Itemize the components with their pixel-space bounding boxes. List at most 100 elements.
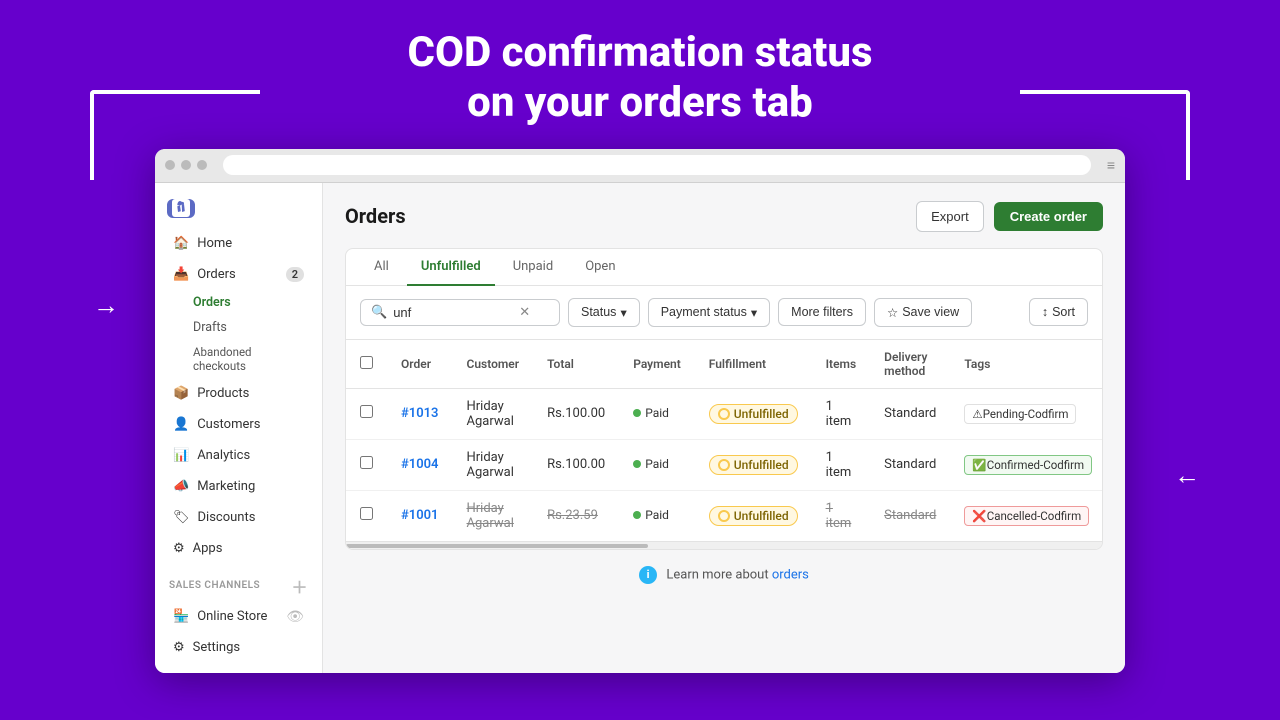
sidebar-item-analytics[interactable]: 📊 Analytics: [161, 441, 316, 470]
payment-status-filter-button[interactable]: Payment status ▾: [648, 298, 770, 327]
row-checkbox[interactable]: [360, 456, 373, 469]
add-sales-channel-icon[interactable]: ＋: [291, 574, 308, 598]
headline: COD confirmation status on your orders t…: [407, 28, 872, 129]
sidebar-item-apps[interactable]: ⚙ Apps: [161, 534, 316, 563]
discounts-icon: 🏷: [173, 510, 190, 525]
order-id-cell: #1013: [387, 388, 452, 439]
table-header-delivery: Delivery method: [870, 340, 950, 389]
shopify-logo: [167, 199, 195, 218]
sidebar-item-settings[interactable]: ⚙ Settings: [161, 633, 316, 662]
order-total: Rs.100.00: [547, 406, 605, 421]
order-fulfillment-cell: Unfulfilled: [695, 388, 812, 439]
sidebar-item-customers-label: Customers: [197, 417, 260, 432]
filter-bar: 🔍 ✕ Status ▾ Payment status ▾ More filte…: [346, 286, 1102, 340]
sidebar-subitem-drafts[interactable]: Drafts: [161, 315, 316, 340]
sidebar-item-apps-label: Apps: [193, 541, 223, 556]
status-filter-button[interactable]: Status ▾: [568, 298, 640, 327]
order-tags-cell: ❌Cancelled-Codfirm: [950, 490, 1103, 541]
row-checkbox-cell: [346, 490, 387, 541]
order-delivery: Standard: [884, 406, 936, 421]
address-bar[interactable]: [223, 155, 1091, 175]
sidebar-item-orders[interactable]: 📥 Orders 2: [161, 260, 316, 289]
table-row: #1004 Hriday Agarwal Rs.100.00 Paid Unfu…: [346, 439, 1103, 490]
clear-search-icon[interactable]: ✕: [519, 305, 530, 320]
sales-channels-label: SALES CHANNELS: [169, 580, 260, 591]
tab-all[interactable]: All: [360, 249, 403, 286]
horizontal-scrollbar: [346, 541, 1102, 549]
row-checkbox[interactable]: [360, 405, 373, 418]
order-id-link[interactable]: #1001: [401, 508, 438, 523]
order-tags-cell: ✅Confirmed-Codfirm: [950, 439, 1103, 490]
marketing-icon: 📣: [173, 479, 189, 494]
payment-badge: Paid: [633, 508, 669, 522]
order-fulfillment-cell: Unfulfilled: [695, 439, 812, 490]
sidebar-subitem-abandoned[interactable]: Abandoned checkouts: [161, 340, 316, 378]
paid-dot-icon: [633, 511, 641, 519]
tab-open[interactable]: Open: [571, 249, 629, 286]
table-header-payment: Payment: [619, 340, 695, 389]
order-tags-cell: ⚠Pending-Codfirm: [950, 388, 1103, 439]
order-customer-cell: Hriday Agarwal: [452, 439, 533, 490]
table-header-checkbox: [346, 340, 387, 389]
select-all-checkbox[interactable]: [360, 356, 373, 369]
scrollbar-thumb: [346, 544, 648, 548]
dot-green: [197, 160, 207, 170]
order-id-link[interactable]: #1013: [401, 406, 438, 421]
order-total-cell: Rs.23.59: [533, 490, 619, 541]
sidebar-item-marketing[interactable]: 📣 Marketing: [161, 472, 316, 501]
save-view-label: Save view: [902, 305, 959, 319]
row-checkbox[interactable]: [360, 507, 373, 520]
sidebar-item-discounts-label: Discounts: [198, 510, 256, 525]
paid-dot-icon: [633, 460, 641, 468]
tab-unpaid[interactable]: Unpaid: [499, 249, 567, 286]
header-actions: Export Create order: [916, 201, 1103, 232]
order-items-cell: 1 item: [812, 490, 871, 541]
arrow-right-icon: ←: [1174, 460, 1200, 491]
create-order-button[interactable]: Create order: [994, 202, 1103, 231]
table-header-fulfillment: Fulfillment: [695, 340, 812, 389]
online-store-label: Online Store: [197, 609, 267, 624]
apps-icon: ⚙: [173, 541, 185, 556]
search-input[interactable]: [393, 305, 513, 320]
sidebar-item-discounts[interactable]: 🏷 Discounts: [161, 503, 316, 532]
export-button[interactable]: Export: [916, 201, 984, 232]
sidebar-item-analytics-label: Analytics: [197, 448, 250, 463]
save-view-button[interactable]: ☆ Save view: [874, 298, 972, 327]
sort-label: Sort: [1052, 305, 1075, 319]
sidebar-item-home[interactable]: 🏠 Home: [161, 229, 316, 258]
dot-red: [165, 160, 175, 170]
order-delivery: Standard: [884, 457, 936, 472]
sort-icon: ↕: [1042, 305, 1048, 319]
sidebar-item-orders-label: Orders: [197, 267, 236, 282]
table-header-tags: Tags: [950, 340, 1103, 389]
order-id-cell: #1001: [387, 490, 452, 541]
fulfillment-badge: Unfulfilled: [709, 455, 798, 475]
order-customer: Hriday Agarwal: [466, 501, 513, 531]
sidebar-item-customers[interactable]: 👤 Customers: [161, 410, 316, 439]
browser-bar: ≡: [155, 149, 1125, 183]
sidebar-subitem-orders[interactable]: Orders: [161, 290, 316, 315]
tab-unfulfilled[interactable]: Unfulfilled: [407, 249, 495, 286]
sort-button[interactable]: ↕ Sort: [1029, 298, 1088, 326]
order-delivery-cell: Standard: [870, 439, 950, 490]
orders-link[interactable]: orders: [772, 567, 809, 582]
more-filters-button[interactable]: More filters: [778, 298, 866, 326]
save-view-star-icon: ☆: [887, 305, 898, 320]
order-total-cell: Rs.100.00: [533, 439, 619, 490]
order-id-link[interactable]: #1004: [401, 457, 438, 472]
order-total-cell: Rs.100.00: [533, 388, 619, 439]
sales-channels-header: SALES CHANNELS ＋: [155, 564, 322, 602]
sidebar-item-online-store[interactable]: 🏪 Online Store 👁: [161, 603, 316, 631]
orders-icon: 📥: [173, 267, 189, 282]
order-delivery-cell: Standard: [870, 490, 950, 541]
sidebar-item-home-label: Home: [197, 236, 232, 251]
sidebar-item-products-label: Products: [197, 386, 249, 401]
order-total: Rs.23.59: [547, 508, 598, 523]
sidebar-subitem-abandoned-label: Abandoned checkouts: [193, 345, 304, 373]
table-header-order: Order: [387, 340, 452, 389]
order-tag: ❌Cancelled-Codfirm: [964, 506, 1089, 526]
sidebar-item-products[interactable]: 📦 Products: [161, 379, 316, 408]
order-id-cell: #1004: [387, 439, 452, 490]
order-customer-cell: Hriday Agarwal: [452, 388, 533, 439]
orders-badge: 2: [286, 267, 304, 282]
